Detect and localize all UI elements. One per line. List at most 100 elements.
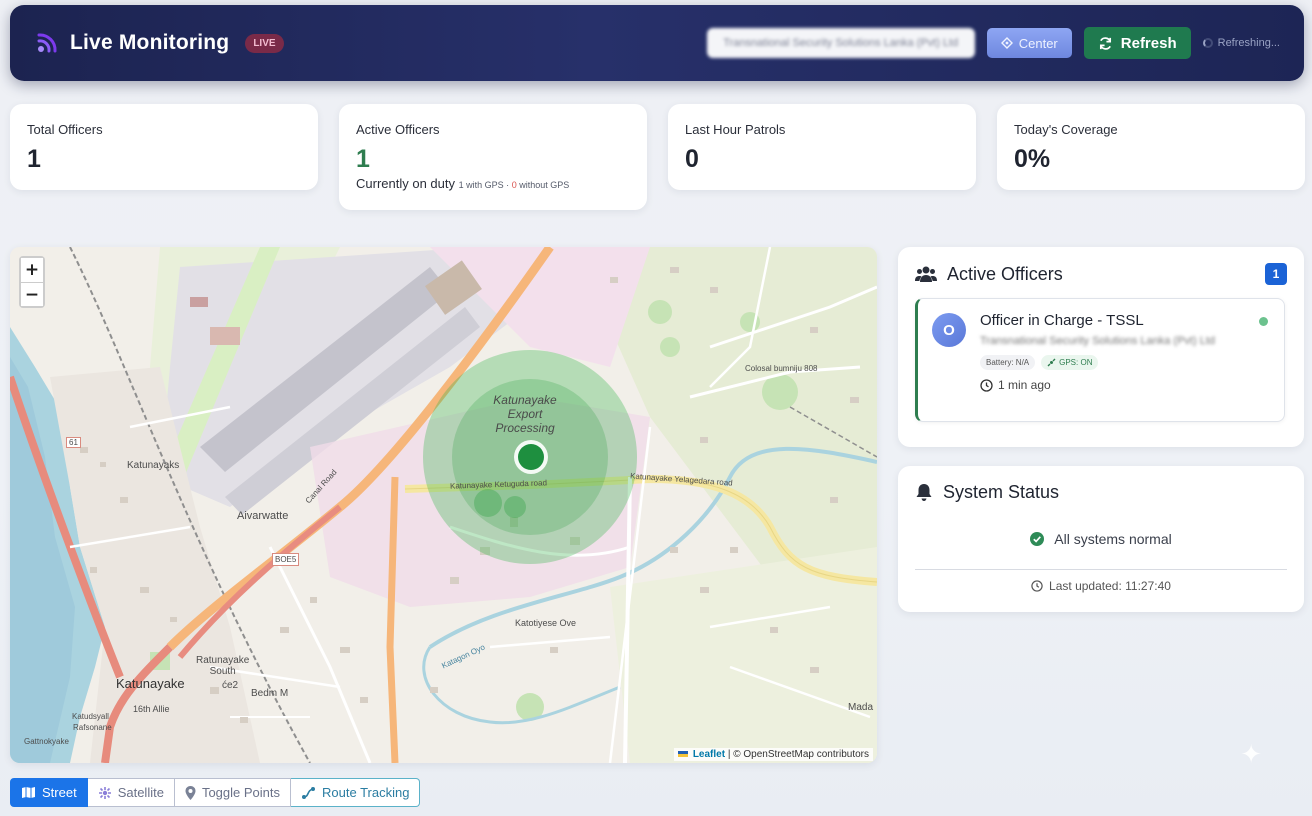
live-badge: LIVE [245, 33, 284, 53]
map-label-avarwatte: Aivarwatte [237, 510, 289, 522]
system-status-message: All systems normal [915, 531, 1287, 547]
stat-label: Today's Coverage [1014, 122, 1118, 137]
stat-label: Active Officers [356, 122, 440, 137]
officer-marker[interactable] [512, 438, 550, 476]
street-label: Street [42, 785, 77, 800]
map-label-ce2: će2 [222, 680, 239, 691]
divider [915, 569, 1287, 570]
gps-tag: GPS: ON [1041, 355, 1099, 370]
center-button-label: Center [1018, 35, 1058, 51]
route-icon [302, 786, 315, 799]
street-view-button[interactable]: Street [10, 778, 88, 807]
zoom-out-button[interactable]: − [21, 282, 43, 306]
leaflet-link[interactable]: Leaflet [693, 749, 725, 760]
active-officers-panel: Active Officers 1 O Officer in Charge - … [898, 247, 1304, 447]
gps-label: GPS: ON [1059, 358, 1093, 367]
avatar: O [932, 313, 966, 347]
flag-icon [678, 751, 689, 758]
bell-icon [916, 484, 932, 501]
officer-name: Officer in Charge - TSSL [980, 312, 1144, 329]
company-select[interactable]: Transnational Security Solutions Lanka (… [706, 28, 975, 58]
last-updated: Last updated: 11:27:40 [915, 579, 1287, 593]
users-icon [915, 266, 937, 282]
map-label-bo05: BOE5 [272, 553, 300, 566]
page-title: Live Monitoring [70, 31, 230, 54]
satellite-dish-icon [1047, 358, 1056, 367]
officer-company: Transnational Security Solutions Lanka (… [980, 335, 1215, 347]
refreshing-indicator: Refreshing... [1202, 37, 1280, 49]
refresh-icon [1099, 36, 1111, 50]
crosshair-icon [1000, 37, 1013, 49]
map-label-line: South [209, 666, 236, 677]
zoom-in-button[interactable]: + [21, 258, 43, 282]
satellite-label: Satellite [117, 785, 164, 800]
stat-todays-coverage: Today's Coverage 0% [997, 104, 1305, 190]
on-duty-label: Currently on duty [356, 176, 455, 191]
map-label-katunayaks: Katunayaks [127, 460, 180, 471]
toggle-points-label: Toggle Points [201, 785, 280, 800]
officer-card[interactable]: O Officer in Charge - TSSL Transnational… [915, 298, 1285, 422]
stat-value: 0 [685, 145, 699, 173]
refresh-button[interactable]: Refresh [1083, 27, 1191, 59]
last-updated-label: Last updated: 11:27:40 [1049, 579, 1171, 593]
map-label-katunayake: Katunayake [116, 676, 185, 691]
stat-label: Last Hour Patrols [685, 122, 786, 137]
refresh-button-label: Refresh [1120, 34, 1177, 52]
map-label-line: Processing [495, 421, 555, 435]
map-label-line: Ratunayake [196, 655, 250, 666]
map-label-rafsonane: Rafsonane [73, 723, 112, 732]
panel-title: Active Officers [947, 263, 1063, 284]
satellite-view-button[interactable]: Satellite [87, 778, 175, 807]
zoom-control: + − [19, 256, 45, 308]
clock-icon [980, 378, 993, 392]
brand: Live Monitoring LIVE [34, 30, 284, 56]
map-label-line: Export [507, 407, 543, 421]
stat-value: 1 [27, 145, 41, 173]
map-view[interactable]: Katunayake Export Processing Katunayaks … [10, 247, 877, 763]
stat-last-hour-patrols: Last Hour Patrols 0 [668, 104, 976, 190]
officer-count-badge: 1 [1265, 263, 1287, 285]
map-icon [22, 787, 35, 798]
osm-attribution: | © OpenStreetMap contributors [727, 749, 869, 760]
map-label-export-zone: Katunayake Export Processing [490, 393, 560, 435]
sparkle-icon: ✦ [1240, 739, 1262, 769]
map-label-bedm: Bedm M [251, 688, 289, 699]
map-label-katotiyese: Katotiyese Ove [515, 618, 577, 628]
map-pin-icon [185, 785, 196, 800]
online-status-dot [1259, 317, 1268, 326]
check-circle-icon [1030, 532, 1045, 546]
satellite-icon [98, 786, 111, 799]
map-toolbar: Street Satellite Toggle Points Route Tra… [10, 778, 421, 807]
stat-label: Total Officers [27, 122, 103, 137]
top-header: Live Monitoring LIVE Transnational Secur… [10, 5, 1304, 81]
route-tracking-label: Route Tracking [322, 785, 410, 800]
map-label-colombo-road: Colosal bumniju 808 [745, 364, 818, 373]
center-button[interactable]: Center [986, 28, 1072, 58]
map-label-katudsyall: Katudsyall [72, 712, 109, 721]
map-label-ratunayake-south: Ratunayake South [196, 655, 249, 677]
route-tracking-button[interactable]: Route Tracking [291, 778, 421, 807]
map-label-gattnokyake: Gattnokyake [24, 737, 69, 746]
without-gps-count: 0 [511, 180, 517, 190]
stat-subtext: Currently on duty 1 with GPS · 0 without… [356, 176, 630, 191]
status-text: All systems normal [1054, 531, 1172, 547]
without-gps-label: without GPS [519, 180, 570, 190]
toggle-points-button[interactable]: Toggle Points [174, 778, 291, 807]
spinner-icon [1202, 38, 1213, 48]
signal-icon [37, 33, 57, 53]
stat-active-officers: Active Officers 1 Currently on duty 1 wi… [339, 104, 647, 210]
map-label-line: Katunayake [493, 393, 557, 407]
map-attribution: Leaflet | © OpenStreetMap contributors [674, 748, 873, 761]
battery-tag: Battery: N/A [980, 355, 1036, 370]
panel-title: System Status [943, 482, 1060, 502]
refreshing-label: Refreshing... [1217, 37, 1280, 49]
stat-value: 0% [1014, 145, 1051, 173]
system-status-panel: System Status All systems normal Last up… [898, 466, 1304, 612]
map-label-mada: Mada [848, 702, 874, 713]
map-label-16th-allie: 16th Allie [133, 704, 170, 714]
stat-value: 1 [356, 145, 370, 173]
with-gps-count: 1 [458, 180, 464, 190]
stat-total-officers: Total Officers 1 [10, 104, 318, 190]
last-seen: 1 min ago [980, 378, 1270, 392]
clock-icon [1031, 580, 1043, 592]
